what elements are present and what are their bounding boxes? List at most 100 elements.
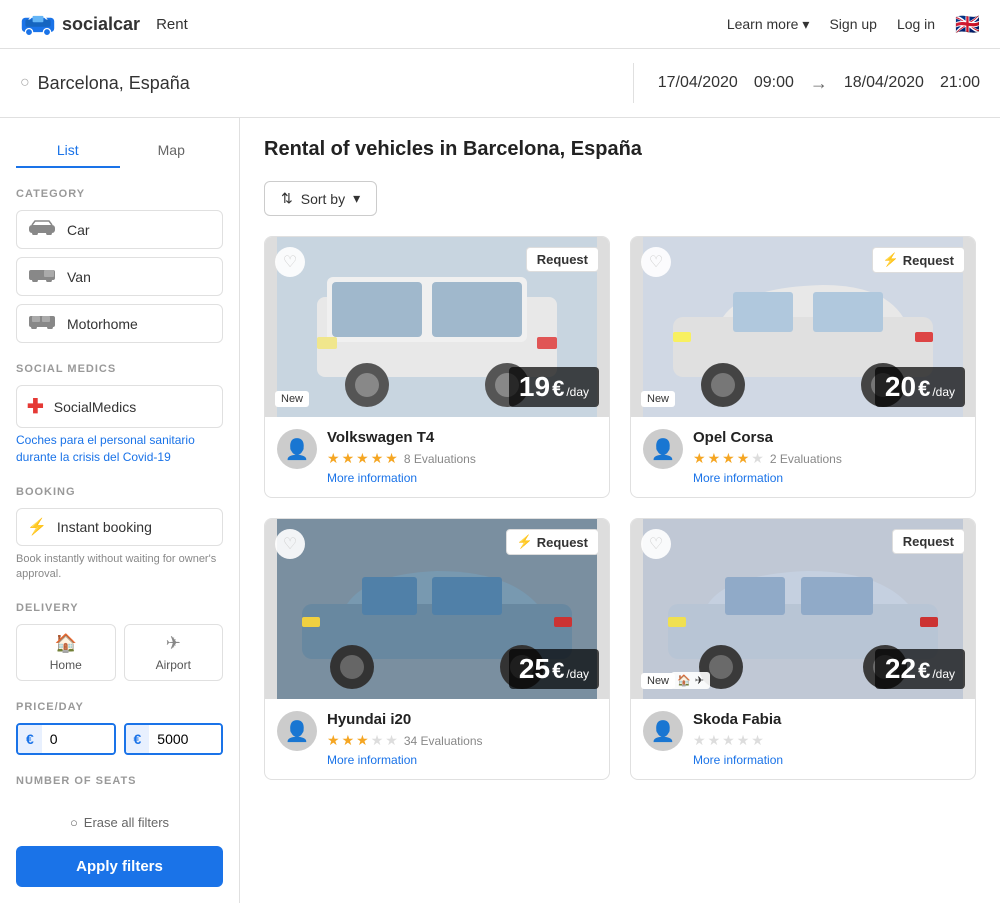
sidebar: List Map CATEGORY Car Van Motor (0, 118, 240, 903)
price-badge: 25 € /day (509, 649, 599, 689)
star-2: ★ (708, 732, 721, 749)
social-medics-option[interactable]: ✚ SocialMedics (16, 385, 223, 428)
log-in-link[interactable]: Log in (897, 16, 935, 32)
category-motorhome[interactable]: Motorhome (16, 304, 223, 343)
delivery-airport[interactable]: ✈ Airport (124, 624, 224, 681)
car-details: Skoda Fabia ★★★★★ More information (693, 711, 963, 767)
time-to[interactable]: 21:00 (940, 74, 980, 92)
erase-filters-button[interactable]: ○ Erase all filters (16, 807, 223, 838)
plane-badge-icon: ✈ (695, 674, 704, 687)
more-info-link[interactable]: More information (327, 753, 597, 767)
sort-button[interactable]: ⇅ Sort by ▾ (264, 181, 377, 216)
star-1: ★ (327, 450, 340, 467)
search-divider (633, 63, 634, 103)
category-van[interactable]: Van (16, 257, 223, 296)
car-name: Opel Corsa (693, 429, 963, 446)
star-3: ★ (722, 450, 735, 467)
avatar: 👤 (277, 711, 317, 751)
delivery-home-label: Home (50, 658, 82, 672)
price-max-euro: € (126, 725, 150, 753)
instant-booking-text: Instant booking (57, 519, 152, 535)
price-badge: 22 € /day (875, 649, 965, 689)
price-euro-sym: € (918, 658, 930, 684)
time-from[interactable]: 09:00 (754, 74, 794, 92)
sort-icon: ⇅ (281, 190, 293, 207)
social-medics-link[interactable]: Coches para el personal sanitario durant… (16, 432, 223, 466)
search-bar: ○ Barcelona, España 17/04/2020 09:00 → 1… (0, 49, 1000, 118)
category-car[interactable]: Car (16, 210, 223, 249)
location-section[interactable]: ○ Barcelona, España (20, 73, 609, 94)
erase-icon: ○ (70, 815, 78, 830)
star-4: ★ (371, 732, 384, 749)
request-badge: ⚡ Request (872, 247, 965, 273)
star-5: ★ (385, 732, 398, 749)
star-5: ★ (385, 450, 398, 467)
language-flag[interactable]: 🇬🇧 (955, 12, 980, 37)
more-info-link[interactable]: More information (693, 471, 963, 485)
car-card: ♡ ⚡ Request New 20 € /day 👤 Opel Corsa ★… (630, 236, 976, 498)
delivery-airport-label: Airport (156, 658, 191, 672)
car-details: Hyundai i20 ★★★★★34 Evaluations More inf… (327, 711, 597, 767)
favorite-button[interactable]: ♡ (275, 247, 305, 277)
learn-more-link[interactable]: Learn more ▾ (727, 16, 810, 33)
sort-bar: ⇅ Sort by ▾ (264, 181, 976, 216)
price-day: /day (932, 385, 955, 399)
booking-label: BOOKING (16, 486, 223, 498)
sign-up-link[interactable]: Sign up (829, 16, 876, 32)
price-value: 25 (519, 653, 550, 685)
price-label: PRICE/DAY (16, 701, 223, 713)
favorite-button[interactable]: ♡ (275, 529, 305, 559)
car-image-wrap: ♡ ⚡ Request 25 € /day (265, 519, 609, 699)
van-icon (27, 266, 57, 287)
new-badge: New (641, 673, 675, 689)
car-name: Skoda Fabia (693, 711, 963, 728)
booking-filter: BOOKING ⚡ Instant booking Book instantly… (16, 486, 223, 583)
price-inputs: € € (16, 723, 223, 755)
car-image-wrap: ♡ Request New 🏠✈ 22 € /day (631, 519, 975, 699)
car-name: Hyundai i20 (327, 711, 597, 728)
star-5: ★ (751, 732, 764, 749)
more-info-link[interactable]: More information (693, 753, 963, 767)
car-details: Volkswagen T4 ★★★★★8 Evaluations More in… (327, 429, 597, 485)
star-3: ★ (356, 732, 369, 749)
main-content: Rental of vehicles in Barcelona, España … (240, 118, 1000, 903)
car-details: Opel Corsa ★★★★★2 Evaluations More infor… (693, 429, 963, 485)
price-min-group: € (16, 723, 116, 755)
star-1: ★ (327, 732, 340, 749)
price-filter: PRICE/DAY € € (16, 701, 223, 755)
chevron-down-icon: ▾ (802, 16, 809, 33)
price-max-input[interactable] (149, 725, 221, 753)
star-1: ★ (693, 732, 706, 749)
price-value: 20 (885, 371, 916, 403)
request-badge: ⚡ Request (506, 529, 599, 555)
favorite-button[interactable]: ♡ (641, 529, 671, 559)
price-badge: 19 € /day (509, 367, 599, 407)
nav-rent[interactable]: Rent (156, 16, 188, 33)
more-info-link[interactable]: More information (327, 471, 597, 485)
new-badge: New (275, 391, 309, 407)
star-4: ★ (371, 450, 384, 467)
home-icon: 🏠 (55, 633, 77, 654)
price-min-input[interactable] (42, 725, 114, 753)
social-medics-label: SOCIAL MEDICS (16, 363, 223, 375)
star-2: ★ (342, 732, 355, 749)
main-layout: List Map CATEGORY Car Van Motor (0, 118, 1000, 903)
car-card: ♡ Request New 🏠✈ 22 € /day 👤 Skoda Fabia… (630, 518, 976, 780)
car-info: 👤 Volkswagen T4 ★★★★★8 Evaluations More … (265, 417, 609, 497)
date-to[interactable]: 18/04/2020 (844, 74, 924, 92)
star-1: ★ (693, 450, 706, 467)
seats-label: NUMBER OF SEATS (16, 775, 223, 787)
instant-booking-option[interactable]: ⚡ Instant booking (16, 508, 223, 546)
price-day: /day (566, 385, 589, 399)
car-info: 👤 Skoda Fabia ★★★★★ More information (631, 699, 975, 779)
date-from[interactable]: 17/04/2020 (658, 74, 738, 92)
avatar: 👤 (643, 429, 683, 469)
tab-list[interactable]: List (16, 134, 120, 168)
logo[interactable]: socialcar (20, 10, 140, 38)
bolt-badge-icon: ⚡ (883, 252, 899, 268)
favorite-button[interactable]: ♡ (641, 247, 671, 277)
logo-text: socialcar (62, 14, 140, 35)
delivery-home[interactable]: 🏠 Home (16, 624, 116, 681)
apply-filters-button[interactable]: Apply filters (16, 846, 223, 887)
tab-map[interactable]: Map (120, 134, 224, 168)
